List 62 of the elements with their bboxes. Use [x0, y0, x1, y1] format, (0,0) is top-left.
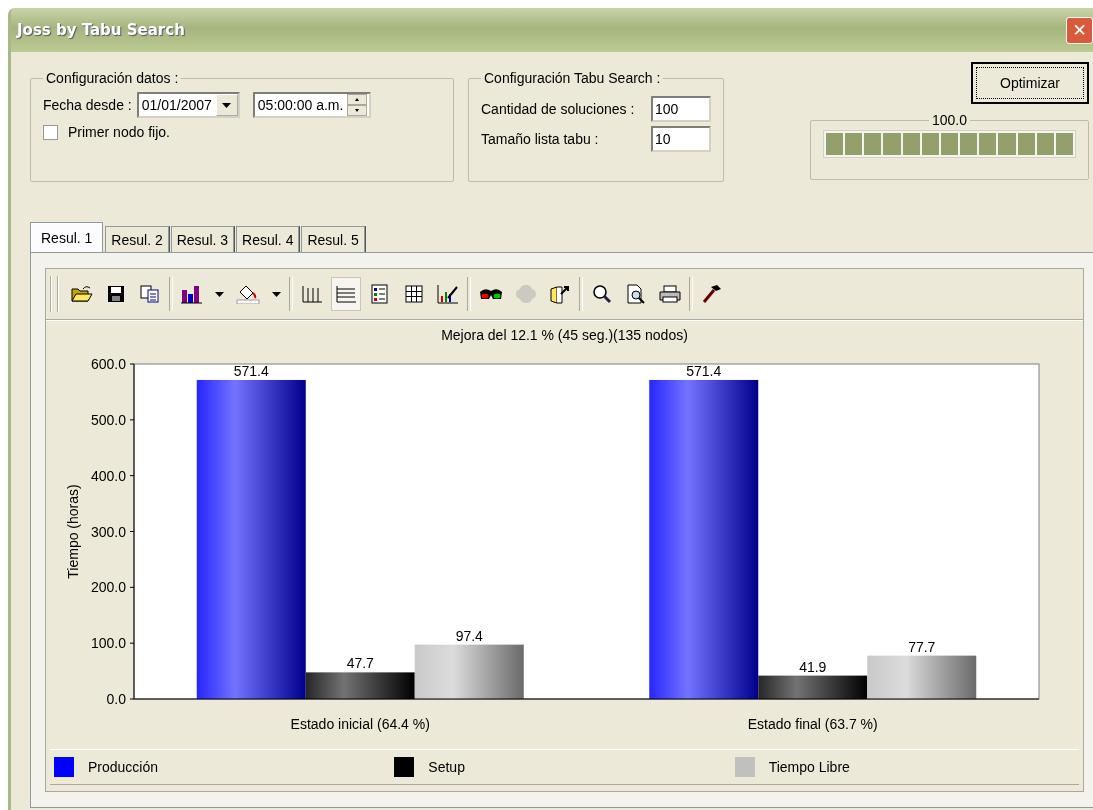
folder-icon	[71, 285, 93, 303]
window-title: Joss by Tabu Search	[17, 21, 185, 39]
save-icon	[107, 285, 125, 303]
optimize-button[interactable]: Optimizar	[971, 62, 1089, 104]
data-label: 77.7	[908, 638, 936, 655]
printer-icon	[659, 285, 681, 303]
tab[interactable]: Resul. 2	[105, 226, 169, 252]
glasses-icon	[479, 286, 503, 302]
y-tick-label: 600.0	[90, 356, 126, 372]
y-tick-label: 0.0	[106, 691, 126, 707]
data-label: 97.4	[455, 627, 483, 644]
y-tick-label: 400.0	[90, 467, 126, 484]
group-title: Configuración datos :	[45, 70, 180, 86]
export-icon	[549, 284, 571, 304]
close-button[interactable]: ✕	[1066, 16, 1093, 44]
time-field[interactable]: 05:00:00 a.m.	[252, 92, 372, 118]
date-picker[interactable]: 01/01/2007	[136, 92, 240, 118]
data-label: 41.9	[799, 658, 827, 675]
data-label: 571.4	[686, 362, 722, 379]
print-preview-icon	[626, 284, 646, 304]
caret-icon	[272, 291, 281, 297]
checkbox[interactable]	[43, 124, 58, 140]
field-label: Tamaño lista tabu :	[481, 131, 599, 147]
legend-label: Setup	[428, 759, 465, 775]
field-label: Fecha desde :	[43, 97, 132, 113]
chart-style-icon	[437, 284, 459, 304]
tab[interactable]: Resul. 3	[170, 226, 235, 252]
checkbox-label: Primer nodo fijo.	[68, 124, 170, 140]
copy-icon	[140, 285, 160, 303]
spinner-icon	[347, 94, 368, 116]
data-label: 47.7	[346, 655, 374, 672]
y-tick-label: 100.0	[90, 635, 126, 652]
table-icon	[405, 285, 423, 303]
chart-title: Mejora del 12.1 % (45 seg.)(135 nodos)	[440, 326, 689, 345]
field-label: Cantidad de soluciones :	[481, 101, 635, 117]
toolbar-grip	[50, 276, 59, 312]
group-title: Configuración Tabu Search :	[483, 70, 662, 86]
caret-icon	[215, 291, 224, 297]
search-icon	[592, 284, 612, 304]
input-field[interactable]: 10	[651, 126, 711, 152]
bar-chart-icon	[181, 284, 203, 304]
y-axis-title: Tiempo (horas)	[65, 484, 81, 579]
legend-label: Producción	[88, 759, 159, 775]
x-category-label: Estado inicial (64.4 %)	[290, 716, 430, 732]
vertical-grid-icon	[301, 285, 323, 303]
hammer-icon	[702, 284, 722, 304]
horizontal-grid-icon	[335, 285, 357, 303]
y-tick-label: 200.0	[90, 579, 126, 596]
paint-bucket-icon	[236, 284, 260, 304]
input-field[interactable]: 100	[651, 96, 711, 122]
caret-icon	[222, 102, 232, 108]
tab[interactable]: Resul. 5	[301, 226, 365, 252]
tab[interactable]: Resul. 1	[30, 222, 104, 252]
shape-icon	[515, 284, 537, 304]
legend-label: Tiempo Libre	[768, 759, 850, 775]
tab[interactable]: Resul. 4	[236, 226, 300, 252]
data-label: 571.4	[233, 362, 269, 379]
legend-icon	[371, 284, 389, 304]
x-category-label: Estado final (63.7 %)	[747, 716, 878, 732]
y-tick-label: 300.0	[90, 523, 126, 540]
y-tick-label: 500.0	[90, 411, 126, 428]
progress-reading: 100.0	[930, 112, 968, 128]
